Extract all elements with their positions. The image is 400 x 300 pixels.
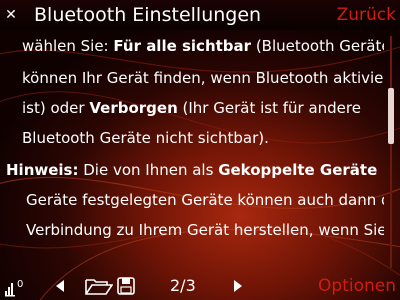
page-indicator: 2/3 <box>170 276 196 295</box>
save-icon[interactable] <box>114 272 138 300</box>
text-line: Hinweis: Die von Ihnen als Gekoppelte Ge… <box>6 161 378 179</box>
text-line: wählen Sie: Für alle sichtbar (Bluetooth… <box>22 37 384 55</box>
title-bar: ✕ Bluetooth Einstellungen Zurück <box>0 0 400 30</box>
scroll-track <box>390 36 392 268</box>
scrollbar[interactable] <box>388 32 394 272</box>
text-line: ist) oder Verborgen (Ihr Gerät ist für a… <box>22 99 361 117</box>
scroll-thumb[interactable] <box>388 88 394 144</box>
text-size-icon[interactable]: 0 <box>2 272 28 300</box>
bottom-toolbar: 0 2/3 Optionen <box>0 272 400 300</box>
options-button[interactable]: Optionen <box>318 275 396 297</box>
text-line: Bluetooth Geräte nicht sichtbar). <box>22 129 269 147</box>
folder-open-icon[interactable] <box>84 272 114 300</box>
text-line: Verbindung zu Ihrem Gerät herstellen, we… <box>26 221 384 239</box>
next-icon[interactable] <box>230 272 246 300</box>
previous-icon[interactable] <box>52 272 68 300</box>
help-text: wählen Sie: Für alle sichtbar (Bluetooth… <box>0 32 384 272</box>
svg-text:0: 0 <box>17 279 23 290</box>
close-icon[interactable]: ✕ <box>3 7 19 23</box>
text-line: Geräte festgelegten Geräte können auch d… <box>26 191 384 209</box>
back-button[interactable]: Zurück <box>337 3 396 27</box>
text-line: können Ihr Gerät finden, wenn Bluetooth … <box>22 69 384 87</box>
page-title: Bluetooth Einstellungen <box>34 4 262 26</box>
